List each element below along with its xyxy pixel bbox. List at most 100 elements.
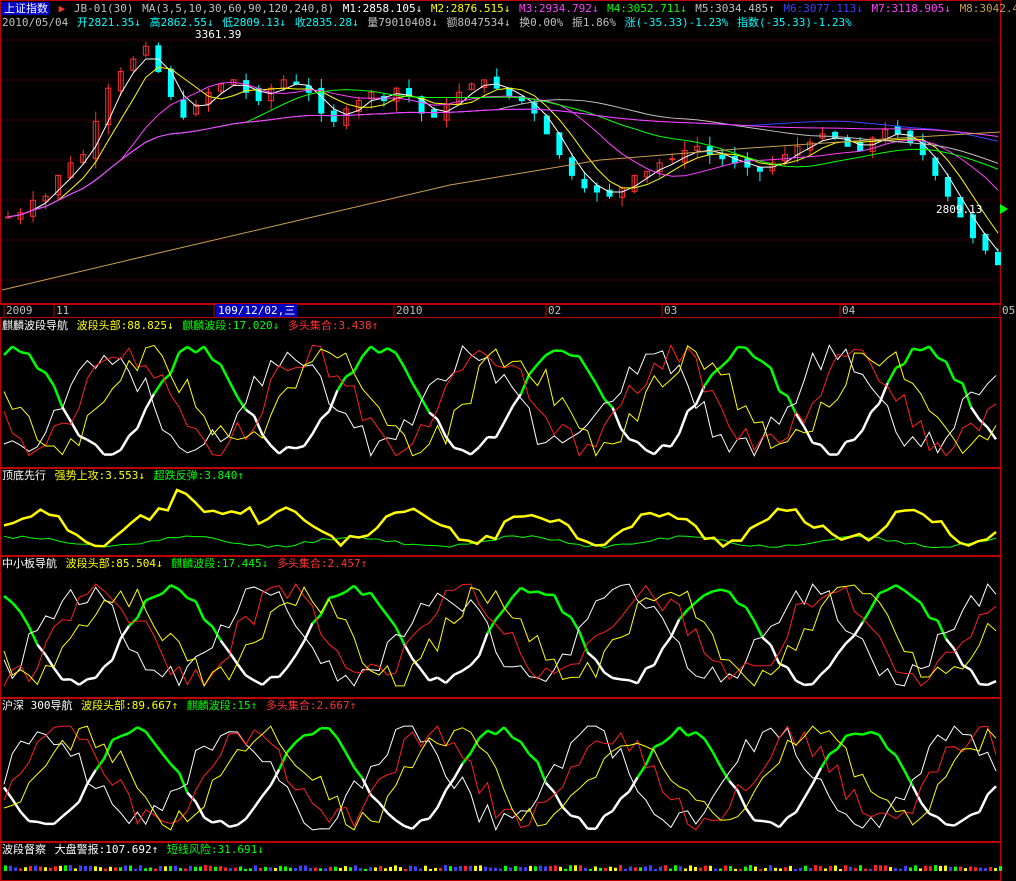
alert-bar (309, 867, 312, 871)
wave-line (937, 356, 947, 363)
candle-body (995, 251, 1001, 266)
panel-value: 波段头部:85.504↓ (65, 557, 163, 570)
chart-canvas (0, 0, 1008, 881)
alert-bar (504, 865, 507, 871)
alert-bar (374, 867, 377, 871)
wave-line (436, 789, 447, 809)
wave-line (919, 801, 931, 815)
wave-line (786, 811, 797, 819)
alert-bar (439, 867, 442, 871)
wave-line (27, 626, 39, 646)
alert-bar (539, 865, 542, 871)
alert-bar (224, 867, 227, 871)
candle-body (431, 109, 438, 118)
wave-line (36, 367, 47, 374)
alert-bar (364, 868, 367, 871)
alert-bar (939, 865, 942, 871)
alert-bar (574, 865, 577, 871)
wave-line (720, 588, 730, 593)
panel-title[interactable]: 中小板导航 (2, 557, 57, 570)
wave-line (736, 789, 748, 809)
alert-bar (934, 865, 937, 871)
wave-line (61, 808, 72, 818)
wave-line (70, 678, 80, 686)
alert-bar (29, 865, 32, 871)
wave-line (728, 590, 739, 604)
panel-title[interactable]: 顶底先行 (2, 469, 46, 482)
alert-bar (274, 867, 277, 871)
date-tick: 04 (842, 304, 856, 317)
panel-value: 多头集合:2.667↑ (265, 699, 357, 712)
wave-line (794, 797, 806, 813)
wave-line (344, 751, 356, 768)
wave-line (119, 435, 131, 451)
wave-line (486, 729, 497, 736)
wave-line (753, 620, 764, 639)
alert-bar (689, 865, 692, 871)
alert-bar (454, 867, 457, 871)
ma-m3: M3:2934.792↓ (519, 2, 599, 15)
wave-line (553, 594, 564, 613)
wave-line (819, 444, 831, 456)
panel-title[interactable]: 波段督察 (2, 843, 46, 856)
wave-line (145, 595, 155, 602)
wave-line (219, 363, 231, 382)
alert-bar (899, 868, 902, 871)
wave-line (819, 753, 831, 769)
date-cursor-label: 109/12/02,三 (216, 304, 298, 317)
index-name[interactable]: 上证指数 (2, 2, 50, 15)
alert-bar (529, 865, 532, 871)
alert-bar (549, 865, 552, 871)
play-icon[interactable]: ▶ (59, 2, 66, 15)
alert-bar (984, 868, 987, 871)
wave-line (336, 376, 347, 392)
wave-line (128, 427, 139, 437)
alert-bar (684, 868, 687, 871)
date-axis: 2009 11 109/12/02,三 2010 02 03 04 05 (0, 304, 1016, 317)
wave-line (395, 819, 405, 827)
wave-line (762, 819, 772, 824)
alert-bar (409, 865, 412, 871)
alert-bar (379, 865, 382, 871)
wave-line (936, 619, 948, 640)
alert-bar (89, 865, 92, 871)
date-tick: 05 (1002, 304, 1016, 317)
wave-line (594, 382, 606, 400)
alert-bar (719, 868, 722, 871)
alert-bar (639, 867, 642, 871)
wave-line (386, 347, 397, 354)
alert-bar (644, 866, 647, 871)
wave-line (845, 438, 855, 444)
alert-bar (474, 865, 477, 871)
alert-bar (74, 868, 77, 871)
alert-bar (399, 867, 402, 871)
alert-bar (894, 868, 897, 871)
alert-bar (569, 865, 572, 871)
panel-title[interactable]: 麒麟波段导航 (2, 319, 68, 332)
alert-bar (559, 866, 562, 871)
wave-line (586, 651, 597, 661)
wave-line (478, 729, 489, 739)
alert-bar (199, 866, 202, 871)
panel-title[interactable]: 沪深 300导航 (2, 699, 73, 712)
panel-value: 多头集合:3.438↑ (287, 319, 379, 332)
alert-bar (429, 868, 432, 871)
wave-line (453, 669, 464, 676)
candle-body (944, 176, 951, 197)
wave-line (520, 586, 530, 594)
ma-line (7, 58, 999, 252)
alert-bar (244, 868, 247, 871)
alert-bar (904, 865, 907, 871)
alert-bar (589, 868, 592, 871)
wave-line (870, 730, 880, 737)
wave-line (153, 380, 164, 395)
alert-bar (754, 866, 757, 871)
ma-params: MA(3,5,10,30,60,90,120,240,8) (142, 2, 335, 15)
wave-line (578, 816, 589, 830)
wave-line (361, 345, 372, 357)
wave-line (261, 784, 272, 797)
alert-bar (4, 865, 7, 871)
wave-line (177, 772, 189, 794)
wave-line (911, 595, 922, 605)
wave-line (528, 363, 539, 376)
